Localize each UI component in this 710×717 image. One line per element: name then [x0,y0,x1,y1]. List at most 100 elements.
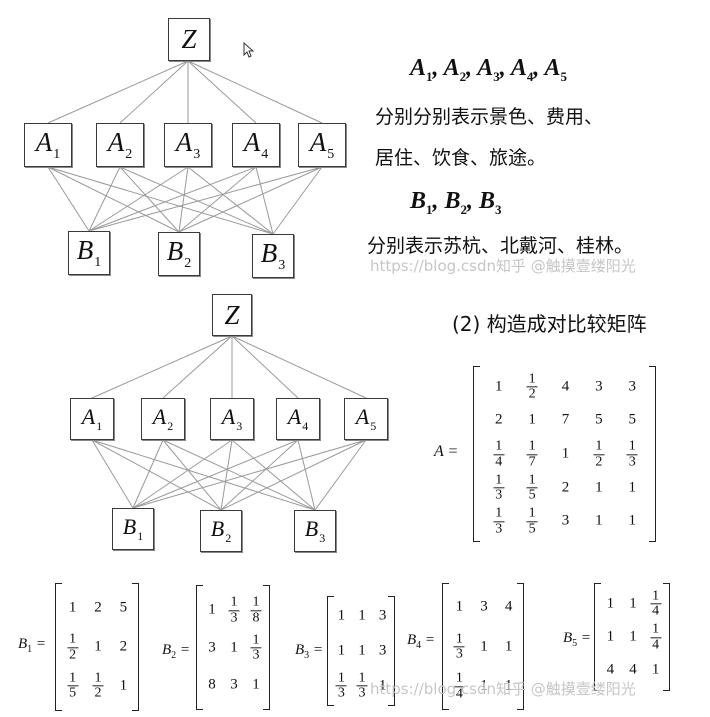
connector-line [297,439,316,511]
matrix-b5-cell: 1 [606,595,615,612]
matrix-b3-cell: 1 [337,607,346,624]
criterion-a2-2-sub: 2 [167,419,174,433]
alternative-b1-2-sub: 1 [137,529,144,543]
alternative-variables: B1, B2, B3 [410,188,502,217]
goal-node-z-label: Z [181,24,197,54]
matrix-b1-label: B1 = [18,636,47,655]
alternative-b3-letter: B [260,237,278,268]
alternatives-description: 分别表示苏杭、北戴河、桂林。 [367,235,634,257]
matrix-b2-cell: 1 [230,639,238,655]
matrix-a-cell: 17 [526,438,538,469]
variable-a5: A5 [544,55,568,84]
matrix-b1: 125121215121 [55,583,139,711]
matrix-a-cell: 2 [494,411,503,428]
criterion-a5-sub: 5 [327,146,335,162]
matrix-b4-cell: 1 [480,638,488,654]
criterion-node-a5: A5 [298,123,346,167]
matrix-b1-cell: 12 [67,631,79,662]
criterion-node-a4: A4 [232,123,280,167]
matrix-a-cell: 1 [494,378,503,395]
matrix-a-cell: 1 [528,411,536,428]
matrix-b3-cell: 13 [356,669,368,701]
matrix-b1-cell: 15 [67,669,79,701]
matrix-a-label: A = [434,443,459,460]
criterion-a3-sub: 3 [193,146,201,162]
criterion-node-a2: A2 [96,123,144,167]
matrix-b5-cell: 14 [650,621,662,652]
connector-line [47,166,274,235]
criterion-node-a1-2: A1 [70,398,114,440]
alternative-node-b2-2: B2 [200,510,242,552]
connector-line [132,439,367,509]
connector-line [47,166,90,232]
matrix-b2-cell: 1 [208,601,216,618]
matrix-a-cell: 1 [595,512,603,529]
matrix-b2-label: B2 = [162,642,191,661]
criterion-a2-sub: 2 [125,146,133,162]
alternative-b2-sub: 2 [184,255,192,271]
connector-line [272,166,323,235]
connector-line [91,439,134,509]
matrix-b1-cell: 1 [94,638,102,655]
watermark-bottom: https://blog.csdn知乎 @触摸壹缕阳光 [370,680,636,698]
alternative-node-b1: B1 [68,231,110,275]
connector-line [178,166,257,233]
criterion-node-a1: A1 [24,123,72,167]
matrix-b5-label: B5 = [563,630,592,649]
alternative-node-b3: B3 [252,234,294,278]
connector-line [47,166,180,233]
matrix-b5-cell: 1 [606,628,615,645]
matrix-b5-cell: 14 [650,587,662,619]
matrix-b1-cell: 1 [68,599,77,616]
criterion-a3-letter: A [175,126,193,157]
matrix-a-cell: 15 [526,505,538,537]
criterion-node-a4-2: A4 [276,398,320,440]
matrix-b2-cell: 13 [228,594,240,625]
matrix-b3-cell: 1 [358,607,366,624]
criteria-description-line-1: 分别分别表示景色、费用、 [375,106,604,128]
matrix-b3-cell: 3 [378,607,387,624]
matrix-a-cell: 5 [628,411,637,428]
connector-line [162,439,316,511]
matrix-a-cell: 1 [628,512,637,529]
matrix-b1-cell: 2 [119,638,128,655]
alternative-b2-2-letter: B [210,516,225,541]
criterion-a4-sub: 4 [261,146,269,162]
matrix-b1-cell: 2 [94,599,102,616]
alternative-b3-sub: 3 [278,257,286,273]
criteria-description-line-2: 居住、饮食、旅途。 [375,147,547,169]
criterion-a1-sub: 1 [53,146,61,162]
criterion-a2-letter: A [107,126,125,157]
matrix-a-cell: 12 [593,438,605,469]
matrix-b4-cell: 1 [455,598,464,615]
criterion-a5-letter: A [309,126,327,157]
matrix-a-cell: 7 [561,411,570,428]
matrix-a-cell: 14 [493,438,505,469]
matrix-a-cell: 1 [628,479,637,496]
connector-line [314,439,367,511]
connector-line [220,439,233,511]
alternative-b1-sub: 1 [94,254,102,270]
matrix-a-cell: 3 [561,512,570,529]
criterion-a5-2-letter: A [355,404,370,429]
matrix-b3-cell: 3 [378,642,387,659]
matrix-b5-cell: 4 [629,661,637,678]
alternative-node-b3-2: B3 [294,510,336,552]
matrix-b2-cell: 18 [250,594,262,625]
criterion-a4-2-letter: A [287,404,302,429]
matrix-b2-cell: 13 [250,631,262,663]
matrix-a-cell: 3 [628,378,637,395]
alternative-b3-2-sub: 3 [319,531,326,545]
mouse-cursor-icon [243,42,255,58]
alternative-node-b2: B2 [158,232,200,276]
criterion-node-a5-2: A5 [344,398,388,440]
matrix-b5-cell: 4 [606,661,615,678]
matrix-b3-cell: 1 [358,642,366,659]
criterion-a4-letter: A [243,126,261,157]
variable-a3: A3 [477,55,500,84]
matrix-b5-cell: 1 [651,661,660,678]
matrix-b4-cell: 4 [504,598,513,615]
connector-line [88,166,323,232]
alternative-b3-2-letter: B [304,516,319,541]
alternative-b1-2-letter: B [122,514,137,539]
